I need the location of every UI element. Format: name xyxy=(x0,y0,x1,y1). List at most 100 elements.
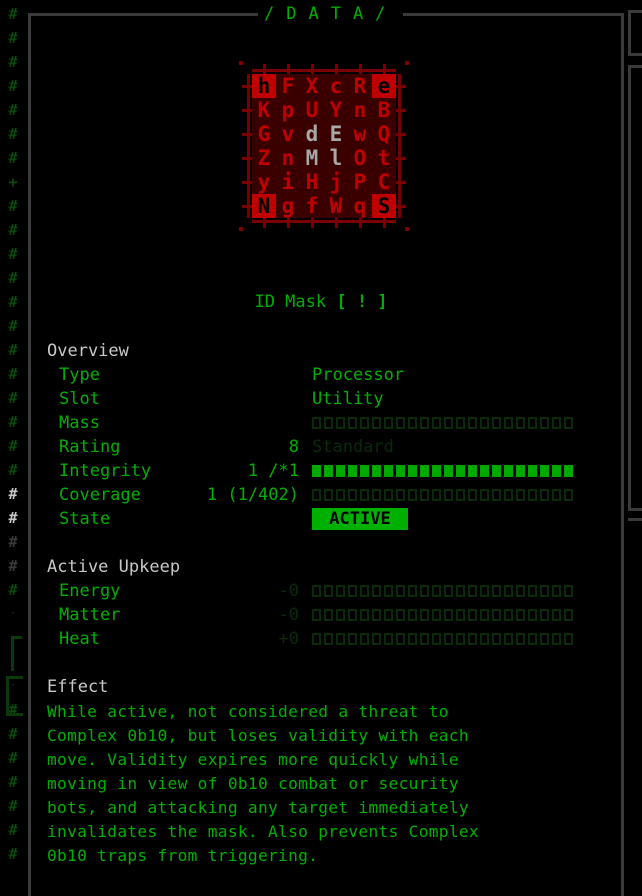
stat-bar-integrity xyxy=(312,465,573,477)
art-frame-tick xyxy=(396,157,406,160)
effect-line: invalidates the mask. Also prevents Comp… xyxy=(47,822,479,841)
effect-line: moving in view of 0b10 combat or securit… xyxy=(47,774,459,793)
bar-segment xyxy=(456,585,465,597)
gutter-hash-icon: # xyxy=(8,317,18,335)
bar-segment xyxy=(564,633,573,645)
upkeep-row-heat: Heat +0 xyxy=(59,627,299,651)
art-frame-tick xyxy=(263,218,266,228)
bar-segment xyxy=(468,417,477,429)
art-glyph: Y xyxy=(329,98,343,122)
art-frame-corner xyxy=(239,61,243,65)
upkeep-label: Matter xyxy=(59,605,121,625)
bar-segment xyxy=(360,417,369,429)
bar-segment xyxy=(492,585,501,597)
art-glyph: C xyxy=(377,170,391,194)
bar-segment xyxy=(456,417,465,429)
gutter-bracket-top xyxy=(11,636,22,671)
bar-segment xyxy=(468,609,477,621)
bar-segment xyxy=(384,585,393,597)
art-frame-left xyxy=(247,74,250,218)
stat-value: Processor xyxy=(312,365,405,385)
bar-segment xyxy=(396,633,405,645)
bar-segment xyxy=(528,585,537,597)
item-name: ID Mask xyxy=(254,292,327,312)
effect-heading: Effect xyxy=(47,677,109,697)
art-frame-tick xyxy=(359,64,362,74)
bar-segment xyxy=(540,489,549,501)
bar-segment xyxy=(528,465,537,477)
gutter-hash-icon: # xyxy=(8,725,18,743)
bar-segment xyxy=(312,585,321,597)
bar-segment xyxy=(504,465,513,477)
art-frame-tick xyxy=(383,218,386,228)
art-glyph: n xyxy=(281,146,295,170)
bar-segment xyxy=(468,489,477,501)
effect-line: 0b10 traps from triggering. xyxy=(47,846,319,865)
art-frame-tick xyxy=(396,109,406,112)
state-toggle-button[interactable]: ACTIVE xyxy=(312,508,408,530)
gutter-hash-icon: # xyxy=(8,5,18,23)
gutter-hash-icon: # xyxy=(8,533,18,551)
stat-label: State xyxy=(59,509,111,529)
bar-segment xyxy=(444,417,453,429)
adjacent-panel-divider xyxy=(628,518,642,521)
item-art: hFXcReKpUYnBGvdEwQZnMlOtyiHjPCNgfWqS xyxy=(238,60,410,232)
bar-segment xyxy=(384,633,393,645)
bar-segment xyxy=(312,489,321,501)
gutter-hash-icon: # xyxy=(8,77,18,95)
gutter-hash-icon: # xyxy=(8,29,18,47)
gutter-hash-icon: # xyxy=(8,509,18,527)
stat-label: Coverage xyxy=(59,485,141,505)
bar-segment xyxy=(420,417,429,429)
art-frame-tick xyxy=(335,64,338,74)
bar-segment xyxy=(552,585,561,597)
bar-segment xyxy=(372,633,381,645)
art-glyph: O xyxy=(353,146,367,170)
art-frame-tick xyxy=(242,133,252,136)
bar-segment xyxy=(552,465,561,477)
bar-segment xyxy=(540,633,549,645)
art-frame-tick xyxy=(396,205,406,208)
bar-segment xyxy=(408,585,417,597)
bar-segment xyxy=(552,489,561,501)
bar-segment xyxy=(348,585,357,597)
art-frame-tick xyxy=(242,181,252,184)
bar-segment xyxy=(312,465,321,477)
art-glyph: P xyxy=(353,170,367,194)
bar-segment xyxy=(336,417,345,429)
bar-segment xyxy=(468,633,477,645)
bar-segment xyxy=(456,489,465,501)
bar-segment xyxy=(444,609,453,621)
bar-segment xyxy=(516,585,525,597)
art-glyph: K xyxy=(257,98,271,122)
bar-segment xyxy=(312,417,321,429)
art-frame-tick xyxy=(335,218,338,228)
art-glyph: l xyxy=(329,146,343,170)
gutter-hash-icon: # xyxy=(8,365,18,383)
art-glyph: X xyxy=(305,74,319,98)
bar-segment xyxy=(468,465,477,477)
gutter-hash-icon: # xyxy=(8,149,18,167)
bar-segment xyxy=(564,465,573,477)
gutter-hash-icon: # xyxy=(8,245,18,263)
art-glyph: B xyxy=(377,98,391,122)
bar-segment xyxy=(444,633,453,645)
bar-segment xyxy=(384,489,393,501)
stat-value: Utility xyxy=(312,389,384,409)
art-frame-corner xyxy=(239,227,243,231)
bar-segment xyxy=(384,609,393,621)
bar-segment xyxy=(564,489,573,501)
art-frame-tick xyxy=(396,181,406,184)
bar-segment xyxy=(456,609,465,621)
bar-segment xyxy=(540,465,549,477)
bar-segment xyxy=(408,609,417,621)
gutter-hash-icon: # xyxy=(8,845,18,863)
upkeep-bar-energy xyxy=(312,585,573,597)
bar-segment xyxy=(360,489,369,501)
bar-segment xyxy=(528,417,537,429)
panel-title: /DATA/ xyxy=(258,4,404,24)
bar-segment xyxy=(516,609,525,621)
effect-line: Complex 0b10, but loses validity with ea… xyxy=(47,726,469,745)
gutter-hash-icon: # xyxy=(8,797,18,815)
bar-segment xyxy=(528,489,537,501)
